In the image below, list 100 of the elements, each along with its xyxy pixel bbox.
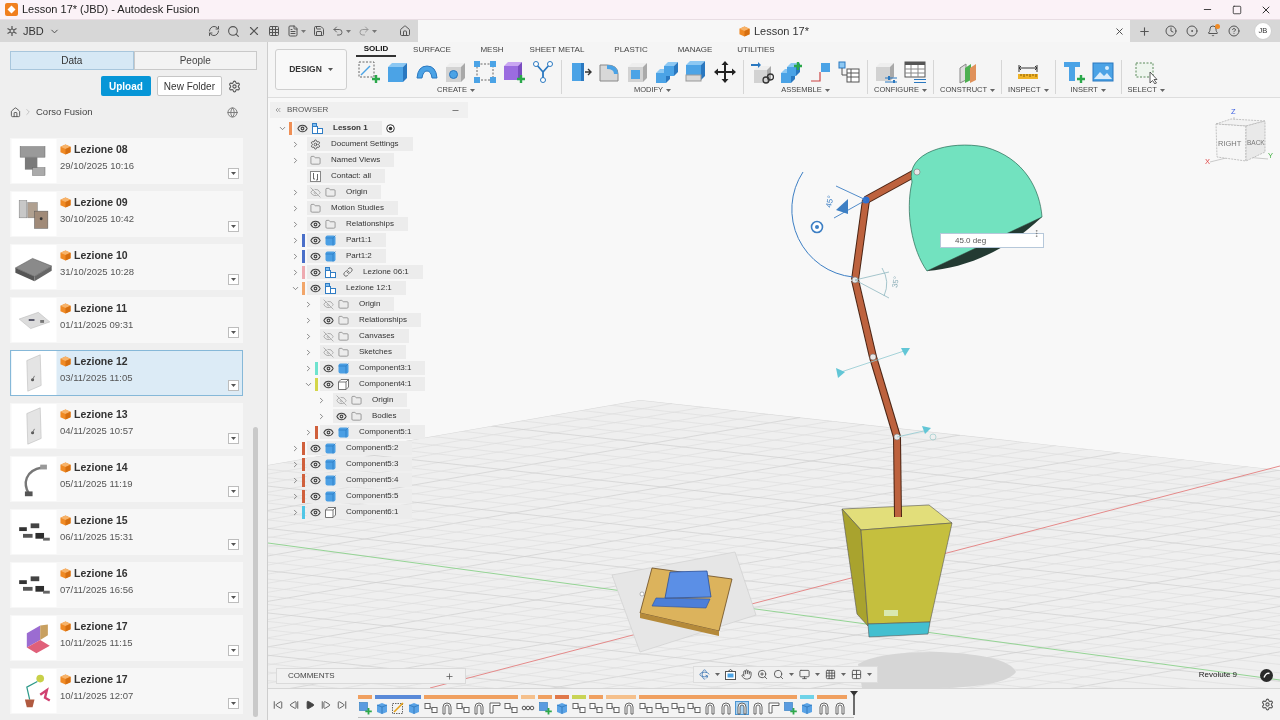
team-dropdown[interactable]: JBD: [6, 22, 60, 40]
file-card[interactable]: Lezione 13 04/11/2025 10:57: [10, 403, 243, 449]
eye-icon[interactable]: [310, 218, 321, 230]
eye-icon[interactable]: [310, 282, 321, 294]
collapse-panel-icon[interactable]: [274, 106, 282, 114]
chevron-right-icon[interactable]: [291, 459, 300, 469]
toolbar-tab[interactable]: UTILITIES: [726, 43, 786, 57]
chevron-right-icon[interactable]: [291, 251, 300, 261]
cube-icon[interactable]: [555, 701, 569, 715]
tree-item[interactable]: Contact: all: [307, 169, 386, 183]
arch-icon[interactable]: [472, 701, 486, 715]
cube-plus-icon[interactable]: [783, 701, 797, 715]
chevron-right-icon[interactable]: [291, 155, 300, 165]
file-menu-button[interactable]: [228, 168, 239, 179]
file-menu-button[interactable]: [228, 645, 239, 656]
cube-plus-icon[interactable]: [538, 701, 552, 715]
arch-icon[interactable]: [440, 701, 454, 715]
file-card[interactable]: Lezione 17 10/11/2025 11:15: [10, 615, 243, 661]
eye-icon[interactable]: [323, 426, 334, 438]
chevron-right-icon[interactable]: [304, 299, 313, 309]
file-card[interactable]: Lezione 12 03/11/2025 11:05: [10, 350, 243, 396]
eye-icon[interactable]: [310, 458, 321, 470]
toolbar-tab[interactable]: MESH: [468, 43, 516, 57]
toolbar-tab[interactable]: MANAGE: [664, 43, 726, 57]
chevron-right-icon[interactable]: [304, 331, 313, 341]
joint-icon[interactable]: [655, 701, 669, 715]
file-menu-button[interactable]: [228, 327, 239, 338]
look-at-icon[interactable]: [725, 669, 736, 680]
joint-icon[interactable]: [687, 701, 701, 715]
workspace-dropdown[interactable]: DESIGN: [275, 49, 347, 90]
chevron-right-icon[interactable]: [317, 411, 326, 421]
bracket-icon[interactable]: [488, 701, 502, 715]
settings-icon[interactable]: [228, 79, 241, 93]
tree-item[interactable]: Sketches: [320, 345, 406, 359]
chevron-right-icon[interactable]: [291, 475, 300, 485]
tree-item[interactable]: Relationships: [320, 313, 422, 327]
pattern-icon[interactable]: [473, 60, 497, 84]
tree-item[interactable]: Lesson 1: [294, 121, 382, 135]
file-menu-button[interactable]: [228, 592, 239, 603]
skip-back-icon[interactable]: [273, 699, 283, 710]
breadcrumb-folder[interactable]: Corso Fusion: [36, 104, 93, 120]
arch-icon[interactable]: [703, 701, 717, 715]
cube-plus-icon[interactable]: [358, 701, 372, 715]
sketch-icon[interactable]: [391, 701, 405, 715]
chevron-right-icon[interactable]: [304, 315, 313, 325]
caret-icon[interactable]: [789, 673, 794, 676]
tree-item[interactable]: Component5:2: [307, 441, 413, 455]
chevron-right-icon[interactable]: [291, 443, 300, 453]
file-menu-button[interactable]: [228, 539, 239, 550]
chevron-right-icon[interactable]: [291, 235, 300, 245]
file-menu-button[interactable]: [228, 433, 239, 444]
joint-icon[interactable]: [424, 701, 438, 715]
joint-icon[interactable]: [572, 701, 586, 715]
refresh-icon[interactable]: [208, 25, 220, 37]
tree-item[interactable]: Relationships: [307, 217, 409, 231]
save-icon[interactable]: [313, 25, 325, 37]
cube-sliders-icon[interactable]: [874, 60, 898, 84]
branch-icon[interactable]: [531, 60, 555, 84]
file-card[interactable]: Lezione 08 29/10/2025 10:16: [10, 138, 243, 184]
arch-icon[interactable]: [817, 701, 831, 715]
file-menu-button[interactable]: [228, 380, 239, 391]
clock-icon[interactable]: [1165, 25, 1177, 37]
eye-icon[interactable]: [310, 506, 321, 518]
tree-item[interactable]: Bodies: [333, 409, 411, 423]
joint-icon[interactable]: [606, 701, 620, 715]
file-card[interactable]: Lezione 16 07/11/2025 16:56: [10, 562, 243, 608]
joint-icon[interactable]: [639, 701, 653, 715]
toolbar-tab[interactable]: SURFACE: [396, 43, 468, 57]
grid-icon[interactable]: [825, 669, 836, 680]
help-icon[interactable]: [1228, 25, 1240, 37]
eye-icon[interactable]: [310, 474, 321, 486]
add-comment-icon[interactable]: [445, 671, 454, 681]
toolbar-tab[interactable]: PLASTIC: [598, 43, 664, 57]
file-menu-button[interactable]: [228, 274, 239, 285]
eye-icon[interactable]: [310, 266, 321, 278]
new-folder-button[interactable]: New Folder: [156, 76, 222, 96]
tree-item[interactable]: Lezione 06:1: [307, 265, 423, 279]
eye-icon[interactable]: [310, 250, 321, 262]
arch-icon[interactable]: [719, 701, 733, 715]
home-icon[interactable]: [399, 25, 411, 37]
tree-item[interactable]: Component3:1: [320, 361, 426, 375]
joint-icon[interactable]: [504, 701, 518, 715]
table-sliders-icon[interactable]: [903, 60, 927, 84]
chevron-right-icon[interactable]: [304, 347, 313, 357]
table-tree-icon[interactable]: [837, 60, 861, 84]
panel-tab[interactable]: People: [133, 51, 257, 70]
eye-icon[interactable]: [323, 362, 334, 374]
angle-input[interactable]: 45.0 deg: [940, 233, 1044, 248]
file-card[interactable]: Lezione 11 01/11/2025 09:31: [10, 297, 243, 343]
chevron-right-icon[interactable]: [304, 363, 313, 373]
chevron-right-icon[interactable]: [291, 491, 300, 501]
joint-icon[interactable]: [671, 701, 685, 715]
chevron-right-icon[interactable]: [291, 203, 300, 213]
rotation-handle[interactable]: [810, 220, 824, 234]
eye-icon[interactable]: [323, 378, 334, 390]
eye-icon[interactable]: [310, 490, 321, 502]
notification-bell-icon[interactable]: [1207, 25, 1219, 37]
eye-icon[interactable]: [310, 234, 321, 246]
tree-item[interactable]: Component5:5: [307, 489, 413, 503]
skip-forward-icon[interactable]: [337, 699, 347, 710]
